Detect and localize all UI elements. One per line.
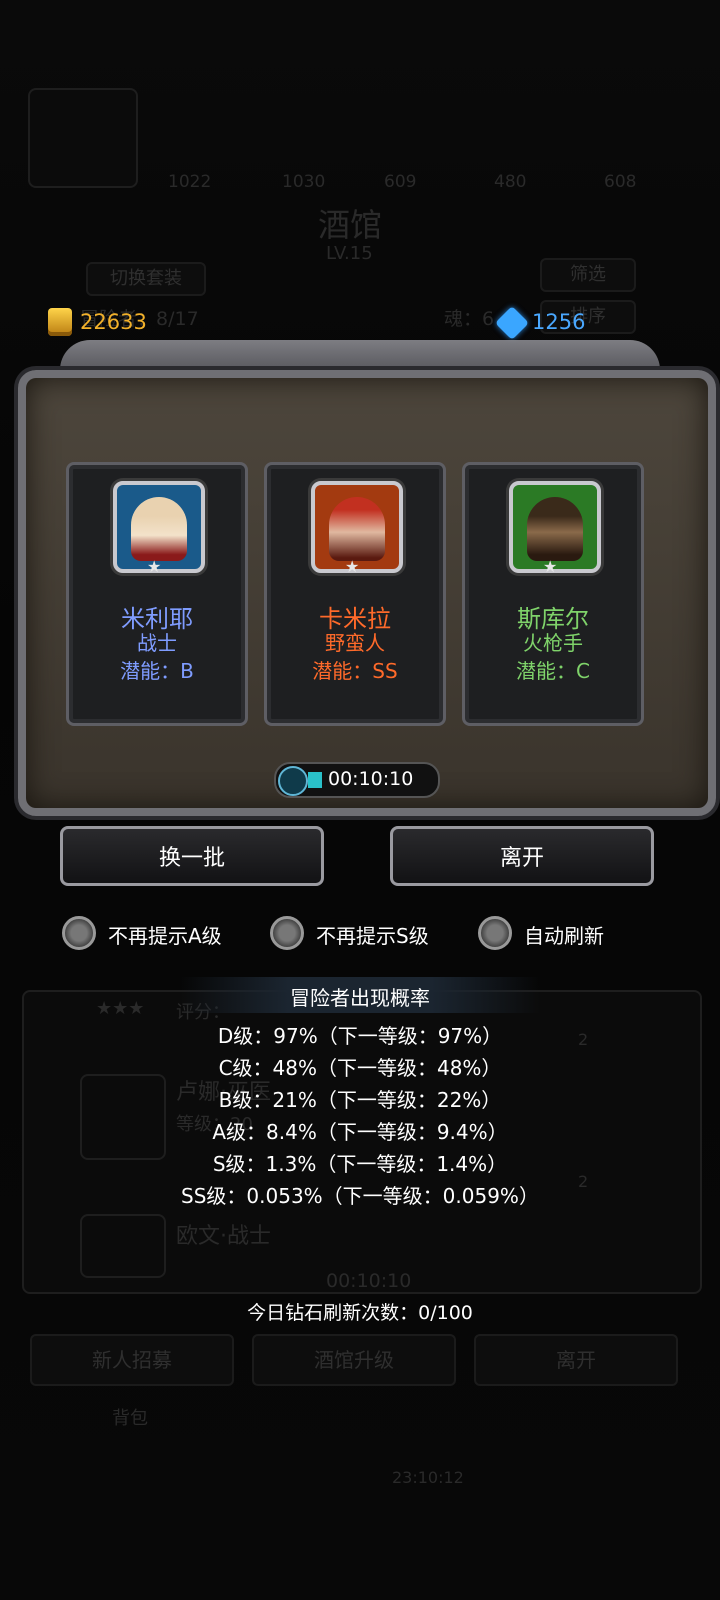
probability-line-ss: SS级：0.053%（下一等级：0.059%） — [181, 1184, 539, 1208]
adventurer-class: 火枪手 — [523, 631, 583, 655]
option-auto-refresh-label: 自动刷新 — [524, 924, 604, 948]
option-no-remind-a-radio[interactable] — [62, 916, 96, 950]
probability-line-b: B级：21%（下一等级：22%） — [218, 1088, 502, 1112]
clock-icon — [278, 766, 308, 796]
option-no-remind-a-label: 不再提示A级 — [108, 924, 222, 948]
bg-scene-title: 酒馆 — [318, 206, 383, 244]
bg-list-avatar-2 — [80, 1214, 166, 1278]
adventurer-card-1[interactable]: ★ 米利耶 战士 潜能：B — [66, 462, 248, 726]
daily-diamond-refresh-count: 今日钻石刷新次数：0/100 — [247, 1302, 473, 1324]
timer-text: 00:10:10 — [328, 768, 414, 790]
star-icon: ★ — [543, 557, 558, 576]
bg-scene-level: LV.15 — [326, 243, 373, 264]
gem-amount: 1256 — [532, 310, 586, 334]
adventurer-potential: 潜能：B — [120, 659, 194, 683]
bg-avatar-slot — [28, 88, 138, 188]
bg-switch-outfit-button: 切换套装 — [86, 262, 206, 296]
adventurer-card-3[interactable]: ★ 斯库尔 火枪手 潜能：C — [462, 462, 644, 726]
bg-recruit-button: 新人招募 — [30, 1334, 234, 1386]
bg-stat-3: 609 — [384, 172, 417, 192]
bg-leave-button: 离开 — [474, 1334, 678, 1386]
adventurer-class: 战士 — [137, 631, 177, 655]
bg-stat-5: 608 — [604, 172, 637, 192]
probability-title: 冒险者出现概率 — [290, 986, 430, 1010]
probability-line-c: C级：48%（下一等级：48%） — [218, 1056, 502, 1080]
gold-coin-icon — [48, 308, 72, 336]
refresh-timer: 00:10:10 — [274, 762, 440, 798]
bg-stat-1: 1022 — [168, 172, 212, 192]
gold-amount: 22633 — [80, 310, 147, 334]
bg-stat-4: 480 — [494, 172, 527, 192]
bg-list-name-2: 欧文·战士 — [176, 1224, 271, 1249]
option-no-remind-s-radio[interactable] — [270, 916, 304, 950]
option-auto-refresh-radio[interactable] — [478, 916, 512, 950]
refresh-batch-button[interactable]: 换一批 — [60, 826, 324, 886]
bg-filter-button: 筛选 — [540, 258, 636, 292]
adventurer-potential: 潜能：SS — [312, 659, 398, 683]
leave-button[interactable]: 离开 — [390, 826, 654, 886]
bg-timer: 00:10:10 — [326, 1270, 412, 1292]
probability-line-a: A级：8.4%（下一等级：9.4%） — [212, 1120, 508, 1144]
bg-footer-time: 23:10:12 — [392, 1468, 464, 1487]
bg-soul-count: 魂：6 — [444, 308, 495, 330]
bg-footer-label: 背包 — [112, 1408, 148, 1429]
star-icon: ★ — [345, 557, 360, 576]
bg-stat-2: 1030 — [282, 172, 326, 192]
adventurer-class: 野蛮人 — [325, 631, 385, 655]
timer-progress — [308, 772, 322, 788]
probability-line-s: S级：1.3%（下一等级：1.4%） — [212, 1152, 508, 1176]
option-no-remind-s-label: 不再提示S级 — [316, 924, 429, 948]
adventurer-card-2[interactable]: ★ 卡米拉 野蛮人 潜能：SS — [264, 462, 446, 726]
adventurer-potential: 潜能：C — [516, 659, 590, 683]
bg-upgrade-button: 酒馆升级 — [252, 1334, 456, 1386]
star-icon: ★ — [147, 557, 162, 576]
probability-line-d: D级：97%（下一等级：97%） — [217, 1024, 503, 1048]
